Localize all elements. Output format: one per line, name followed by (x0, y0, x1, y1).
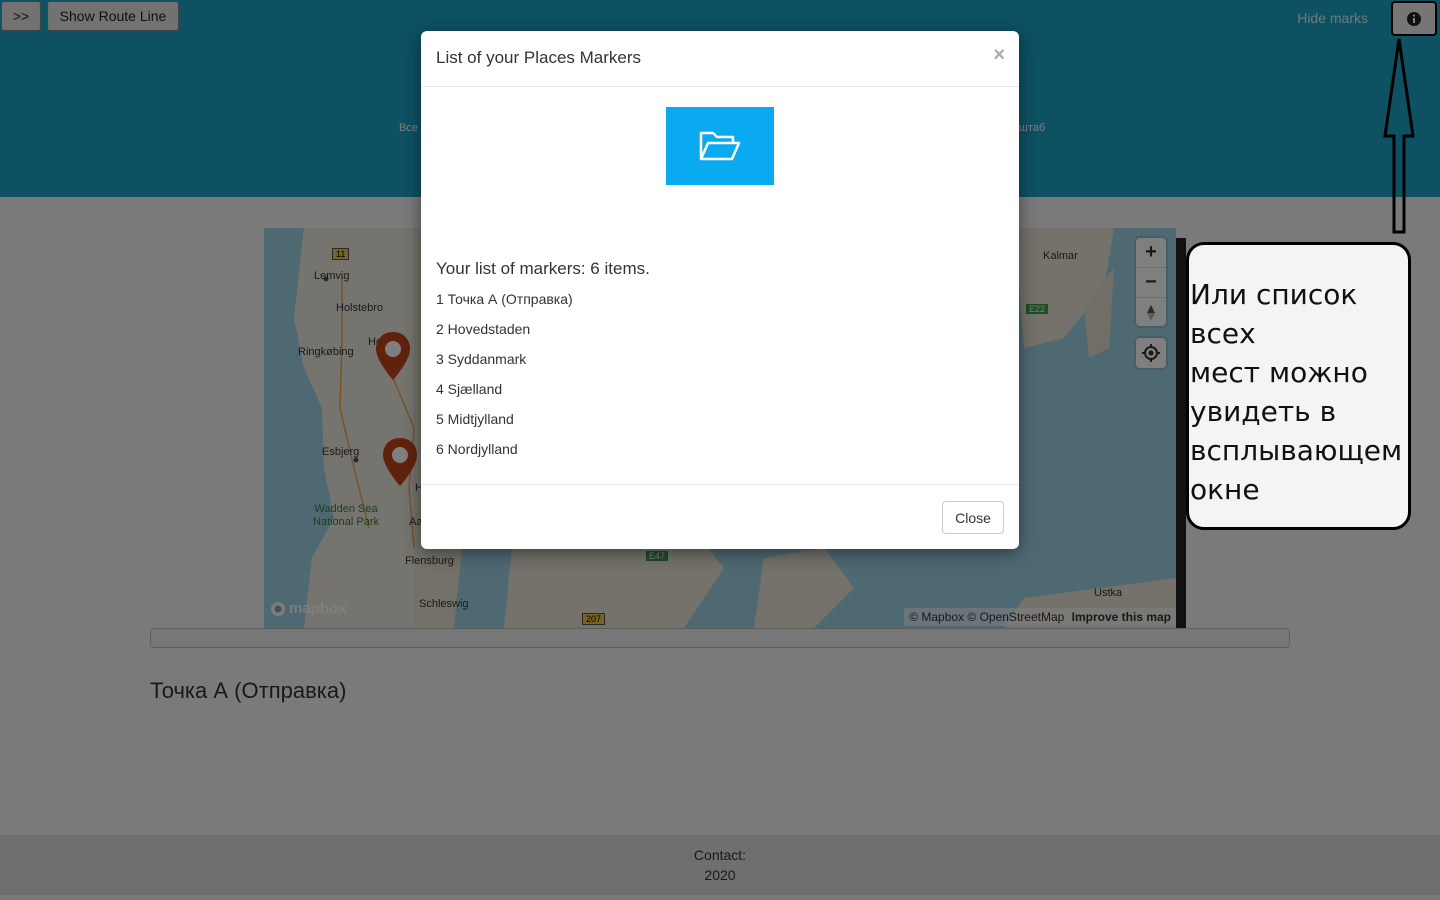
marker-list-item[interactable]: 4 Sjælland (436, 381, 573, 411)
modal-close-icon[interactable]: × (993, 44, 1005, 67)
modal-footer: Close (421, 484, 1019, 550)
markers-list: 1 Точка А (Отправка) 2 Hovedstaden 3 Syd… (436, 291, 573, 471)
marker-list-item[interactable]: 6 Nordjylland (436, 441, 573, 471)
modal-title: List of your Places Markers (436, 48, 642, 67)
annotation-text: Или список всех мест можно увидеть в всп… (1190, 278, 1403, 506)
folder-open-icon (699, 131, 741, 161)
marker-list-item[interactable]: 1 Точка А (Отправка) (436, 291, 573, 321)
marker-list-item[interactable]: 3 Syddanmark (436, 351, 573, 381)
annotation-arrow (1383, 38, 1415, 234)
close-button[interactable]: Close (942, 501, 1004, 534)
places-list-modal: List of your Places Markers × Your list … (421, 31, 1019, 549)
marker-list-item[interactable]: 2 Hovedstaden (436, 321, 573, 351)
modal-header: List of your Places Markers × (421, 31, 1019, 87)
marker-list-item[interactable]: 5 Midtjylland (436, 411, 573, 441)
open-folder-button[interactable] (666, 107, 774, 185)
markers-count-heading: Your list of markers: 6 items. (436, 259, 650, 278)
